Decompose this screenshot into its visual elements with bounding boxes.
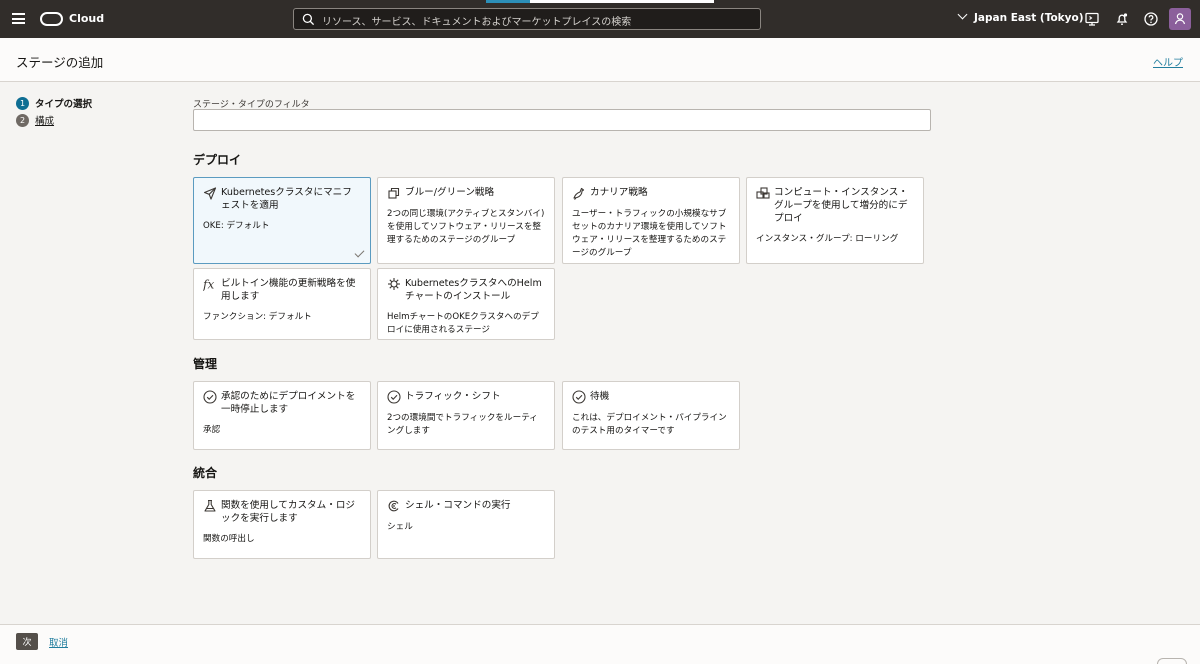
- step-select-type[interactable]: 1 タイプの選択: [16, 95, 92, 111]
- card-title: Kubernetesクラスタにマニフェストを適用: [221, 187, 352, 211]
- wizard-footer: 次 取消: [0, 624, 1200, 664]
- stage-card-canary[interactable]: カナリア戦略 ユーザー・トラフィックの小規模なサブセットのカナリア環境を使用して…: [562, 177, 740, 264]
- step-label: タイプの選択: [35, 99, 93, 110]
- search-input[interactable]: リソース、サービス、ドキュメントおよびマーケットプレイスの検索: [293, 8, 761, 30]
- stage-card-custom-logic[interactable]: 関数を使用してカスタム・ロジックを実行します 関数の呼出し: [193, 490, 371, 559]
- stage-card-shell[interactable]: シェル・コマンドの実行 シェル: [377, 490, 555, 559]
- card-description: インスタンス・グループ: ローリング: [756, 234, 899, 244]
- top-navigation-bar: Cloud リソース、サービス、ドキュメントおよびマーケットプレイスの検索 Ja…: [0, 0, 1200, 38]
- user-icon: [1174, 13, 1186, 25]
- card-description: OKE: デフォルト: [203, 221, 270, 231]
- step-number: 1: [16, 96, 29, 110]
- stage-card-approval[interactable]: 承認のためにデプロイメントを一時停止します 承認: [193, 381, 371, 450]
- stage-card-traffic-shift[interactable]: トラフィック・シフト 2つの環境間でトラフィックをルーティングします: [377, 381, 555, 450]
- shell-icon: [388, 500, 399, 512]
- card-title: 関数を使用してカスタム・ロジックを実行します: [221, 500, 356, 524]
- card-title: KubernetesクラスタへのHelmチャートのインストール: [405, 278, 542, 302]
- cancel-link[interactable]: 取消: [49, 635, 68, 649]
- page-title: ステージの追加: [16, 55, 104, 70]
- check-icon: [354, 247, 365, 258]
- card-description: シェル: [387, 522, 413, 532]
- wizard-steps: 1 タイプの選択 2 構成: [16, 95, 92, 129]
- cloud-shell-icon[interactable]: [1084, 11, 1100, 27]
- region-selector[interactable]: Japan East (Tokyo): [957, 9, 1084, 24]
- svg-text:fx: fx: [203, 278, 214, 292]
- help-icon[interactable]: [1143, 11, 1159, 27]
- card-description: ファンクション: デフォルト: [203, 312, 312, 322]
- help-link[interactable]: ヘルプ: [1153, 54, 1183, 69]
- function-fx-icon: fx: [203, 278, 214, 292]
- avatar[interactable]: [1169, 8, 1191, 30]
- search-placeholder: リソース、サービス、ドキュメントおよびマーケットプレイスの検索: [322, 17, 632, 28]
- card-title: 待機: [590, 391, 610, 402]
- stage-card-wait[interactable]: 待機 これは、デプロイメント・パイプラインのテスト用のタイマーです: [562, 381, 740, 450]
- stage-type-filter-input[interactable]: [193, 109, 931, 131]
- send-icon: [203, 187, 217, 200]
- bird-icon: [573, 187, 585, 200]
- card-title: コンピュート・インスタンス・グループを使用して増分的にデプロイ: [774, 187, 908, 224]
- stage-card-function[interactable]: fx ビルトイン機能の更新戦略を使用します ファンクション: デフォルト: [193, 268, 371, 340]
- stage-card-oke-manifest[interactable]: Kubernetesクラスタにマニフェストを適用 OKE: デフォルト: [193, 177, 371, 264]
- card-description: 2つの同じ環境(アクティブとスタンバイ)を使用してソフトウェア・リリースを整理す…: [387, 209, 545, 245]
- brand-label[interactable]: Cloud: [69, 12, 104, 25]
- layers-icon: [388, 187, 400, 199]
- search-icon: [302, 13, 315, 26]
- step-configure[interactable]: 2 構成: [16, 112, 92, 128]
- bell-icon[interactable]: [1114, 11, 1130, 27]
- step-label: 構成: [35, 116, 55, 127]
- stage-card-instance-group[interactable]: コンピュート・インスタンス・グループを使用して増分的にデプロイ インスタンス・グ…: [746, 177, 924, 264]
- page-header: ステージの追加 ヘルプ: [0, 38, 1200, 82]
- flask-icon: [204, 499, 216, 512]
- card-description: 承認: [203, 425, 221, 435]
- oracle-logo-icon[interactable]: [40, 12, 63, 26]
- card-title: 承認のためにデプロイメントを一時停止します: [221, 391, 356, 415]
- check-circle-icon: [387, 390, 401, 404]
- card-title: トラフィック・シフト: [405, 391, 501, 402]
- card-description: これは、デプロイメント・パイプラインのテスト用のタイマーです: [572, 413, 727, 436]
- card-description: HelmチャートのOKEクラスタへのデプロイに使用されるステージ: [387, 312, 539, 335]
- step-number: 2: [16, 113, 29, 127]
- section-title-integration: 統合: [193, 466, 218, 480]
- section-title-deploy: デプロイ: [193, 153, 242, 167]
- card-title: ビルトイン機能の更新戦略を使用します: [221, 278, 356, 302]
- stage-card-blue-green[interactable]: ブルー/グリーン戦略 2つの同じ環境(アクティブとスタンバイ)を使用してソフトウ…: [377, 177, 555, 264]
- card-title: ブルー/グリーン戦略: [405, 187, 495, 198]
- card-description: 2つの環境間でトラフィックをルーティングします: [387, 413, 538, 436]
- section-title-manage: 管理: [193, 357, 218, 371]
- check-circle-icon: [572, 390, 586, 404]
- card-title: カナリア戦略: [590, 187, 648, 198]
- stage-card-helm[interactable]: KubernetesクラスタへのHelmチャートのインストール Helmチャート…: [377, 268, 555, 340]
- next-button[interactable]: 次: [16, 633, 38, 650]
- check-circle-icon: [203, 390, 217, 404]
- region-label: Japan East (Tokyo): [974, 12, 1084, 24]
- instance-group-icon: [756, 187, 770, 199]
- feedback-tab[interactable]: [1157, 658, 1187, 664]
- card-description: ユーザー・トラフィックの小規模なサブセットのカナリア環境を使用してソフトウェア・…: [572, 209, 727, 258]
- chevron-down-icon: [957, 9, 968, 20]
- top-accent-strip: [486, 0, 714, 3]
- card-title: シェル・コマンドの実行: [405, 500, 511, 511]
- card-description: 関数の呼出し: [203, 534, 255, 544]
- helm-icon: [388, 278, 400, 290]
- menu-icon[interactable]: [12, 13, 25, 24]
